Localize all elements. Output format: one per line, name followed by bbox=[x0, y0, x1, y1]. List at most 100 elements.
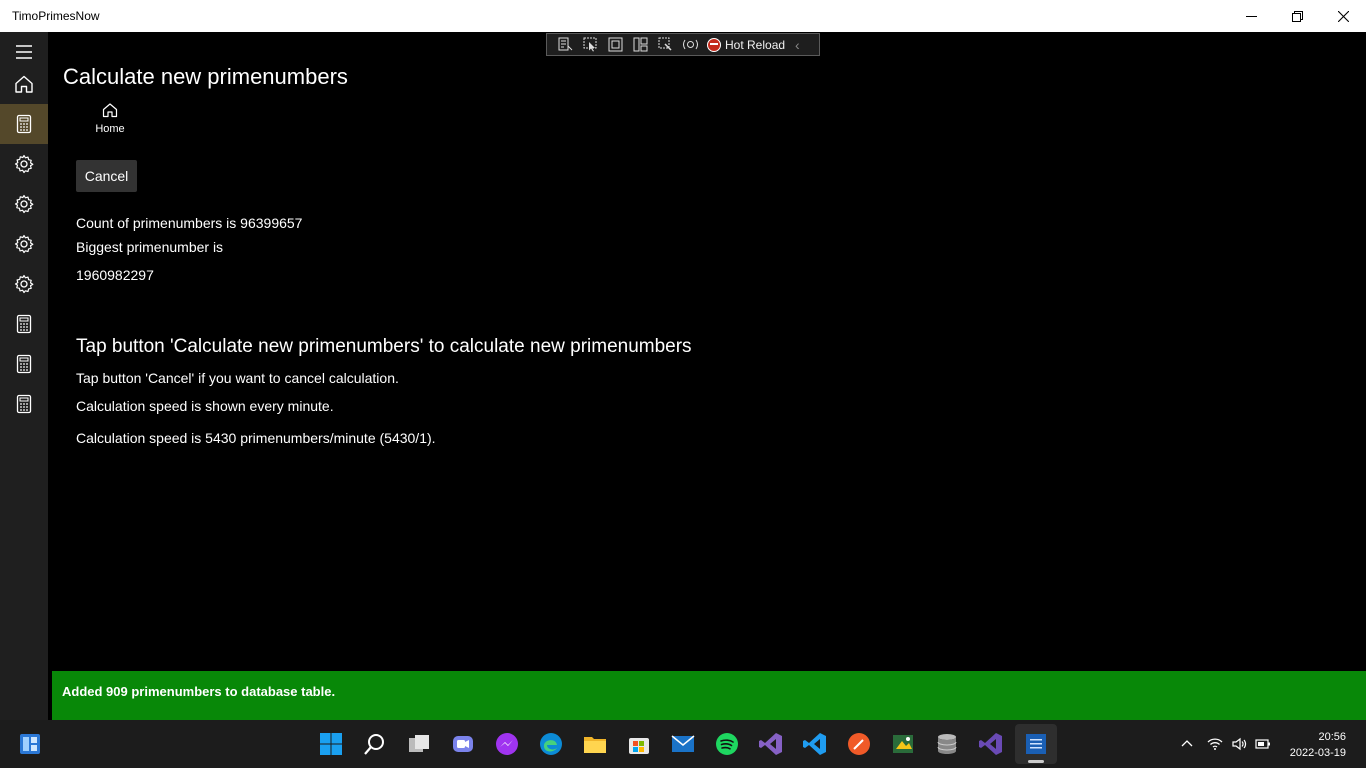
edge-icon bbox=[540, 733, 562, 755]
vscode-icon bbox=[803, 733, 826, 755]
hot-reload-stop-icon bbox=[707, 37, 721, 52]
clock-date: 2022-03-19 bbox=[1289, 747, 1346, 759]
collapse-toolbar-icon[interactable]: ‹ bbox=[795, 37, 800, 53]
layout-adorner-icon bbox=[608, 37, 623, 52]
title-bar: TimoPrimesNow bbox=[0, 0, 1366, 32]
calculator-icon bbox=[16, 314, 32, 334]
store-icon bbox=[629, 738, 649, 754]
messenger-app[interactable] bbox=[491, 728, 523, 760]
start-button[interactable] bbox=[315, 728, 347, 760]
spotify-icon bbox=[716, 733, 738, 755]
nav-item-settings-3[interactable] bbox=[0, 224, 48, 264]
visual-studio-2-app[interactable] bbox=[975, 728, 1007, 760]
cancel-button[interactable]: Cancel bbox=[76, 160, 137, 192]
windows-start-icon bbox=[320, 733, 342, 755]
gear-icon bbox=[14, 154, 34, 174]
display-binding-failures-button[interactable] bbox=[657, 37, 674, 52]
visual-tree-icon bbox=[558, 37, 573, 51]
mail-icon bbox=[671, 735, 695, 752]
chat-camera-icon bbox=[453, 736, 473, 752]
active-app-indicator bbox=[1028, 760, 1044, 763]
database-app[interactable] bbox=[931, 728, 963, 760]
nav-item-calculate[interactable] bbox=[0, 104, 48, 144]
snipping-icon bbox=[893, 735, 913, 753]
nav-item-calculator-4[interactable] bbox=[0, 384, 48, 424]
gear-icon bbox=[14, 274, 34, 294]
visual-studio-icon bbox=[759, 733, 782, 755]
minimize-button[interactable] bbox=[1228, 0, 1274, 32]
cancel-instruction-text: Tap button 'Cancel' if you want to cance… bbox=[76, 370, 399, 386]
home-button[interactable]: Home bbox=[86, 102, 134, 144]
vscode-app[interactable] bbox=[799, 728, 831, 760]
microsoft-store-app[interactable] bbox=[623, 728, 655, 760]
volume-button[interactable] bbox=[1230, 734, 1248, 754]
chevron-up-icon bbox=[1181, 740, 1193, 747]
task-view-icon bbox=[409, 735, 429, 752]
visual-studio-icon bbox=[979, 733, 1002, 755]
hot-reload-status[interactable]: Hot Reload ‹ bbox=[707, 37, 800, 53]
show-hidden-icons-button[interactable] bbox=[1179, 734, 1195, 754]
close-button[interactable] bbox=[1320, 0, 1366, 32]
select-element-button[interactable] bbox=[582, 37, 599, 52]
wifi-icon bbox=[1207, 738, 1223, 750]
file-explorer-app[interactable] bbox=[579, 728, 611, 760]
folder-icon bbox=[584, 737, 606, 753]
clock-time: 20:56 bbox=[1318, 731, 1346, 743]
window-title: TimoPrimesNow bbox=[12, 9, 100, 23]
track-focused-element-button[interactable] bbox=[632, 37, 649, 52]
hamburger-icon bbox=[16, 45, 32, 59]
biggest-prime-value: 1960982297 bbox=[76, 267, 154, 283]
notification-bar: Added 909 primenumbers to database table… bbox=[52, 671, 1366, 720]
gear-icon bbox=[14, 194, 34, 214]
calculator-icon bbox=[16, 394, 32, 414]
gear-icon bbox=[14, 234, 34, 254]
orange-app[interactable] bbox=[843, 728, 875, 760]
restore-icon bbox=[1291, 10, 1303, 22]
home-label: Home bbox=[95, 123, 125, 135]
widgets-icon bbox=[20, 734, 40, 754]
accessibility-checker-button[interactable] bbox=[682, 37, 699, 52]
nav-item-settings-4[interactable] bbox=[0, 264, 48, 304]
home-icon bbox=[15, 75, 33, 93]
wifi-button[interactable] bbox=[1206, 734, 1224, 754]
task-view-button[interactable] bbox=[403, 728, 435, 760]
clock[interactable]: 20:56 2022-03-19 bbox=[1290, 729, 1346, 761]
widgets-button[interactable] bbox=[14, 728, 46, 760]
hot-reload-label: Hot Reload bbox=[725, 37, 786, 52]
nav-item-settings-1[interactable] bbox=[0, 144, 48, 184]
calculator-icon bbox=[16, 114, 32, 134]
nav-item-calculator-2[interactable] bbox=[0, 304, 48, 344]
mail-app[interactable] bbox=[667, 728, 699, 760]
track-focus-icon bbox=[633, 37, 648, 52]
speaker-icon bbox=[1232, 737, 1247, 751]
select-pointer-icon bbox=[583, 37, 597, 52]
debug-toolbar: Hot Reload ‹ bbox=[546, 33, 820, 56]
timo-primes-now-app[interactable] bbox=[1020, 728, 1052, 760]
snipping-app[interactable] bbox=[887, 728, 919, 760]
navigation-pane bbox=[0, 32, 48, 720]
speed-info-text: Calculation speed is shown every minute. bbox=[76, 398, 334, 414]
search-button[interactable] bbox=[359, 728, 391, 760]
instructions-heading: Tap button 'Calculate new primenumbers' … bbox=[76, 336, 692, 357]
app-tile-icon bbox=[1026, 734, 1046, 754]
display-layout-adorners-button[interactable] bbox=[607, 37, 624, 52]
live-visual-tree-button[interactable] bbox=[557, 37, 574, 52]
teams-chat-button[interactable] bbox=[447, 728, 479, 760]
search-icon bbox=[364, 734, 384, 755]
accessibility-icon bbox=[683, 39, 698, 50]
nav-item-home[interactable] bbox=[0, 64, 48, 104]
nav-item-settings-2[interactable] bbox=[0, 184, 48, 224]
spotify-app[interactable] bbox=[711, 728, 743, 760]
maximize-button[interactable] bbox=[1274, 0, 1320, 32]
close-icon bbox=[1337, 10, 1349, 22]
edge-browser-app[interactable] bbox=[535, 728, 567, 760]
battery-button[interactable] bbox=[1254, 734, 1272, 754]
binding-icon bbox=[658, 37, 672, 51]
visual-studio-app[interactable] bbox=[755, 728, 787, 760]
calculation-speed-text: Calculation speed is 5430 primenumbers/m… bbox=[76, 430, 436, 446]
prime-count-text: Count of primenumbers is 96399657 bbox=[76, 215, 303, 231]
nav-item-calculator-3[interactable] bbox=[0, 344, 48, 384]
minimize-icon bbox=[1245, 15, 1257, 17]
page-title: Calculate new primenumbers bbox=[63, 64, 348, 89]
calculator-icon bbox=[16, 354, 32, 374]
